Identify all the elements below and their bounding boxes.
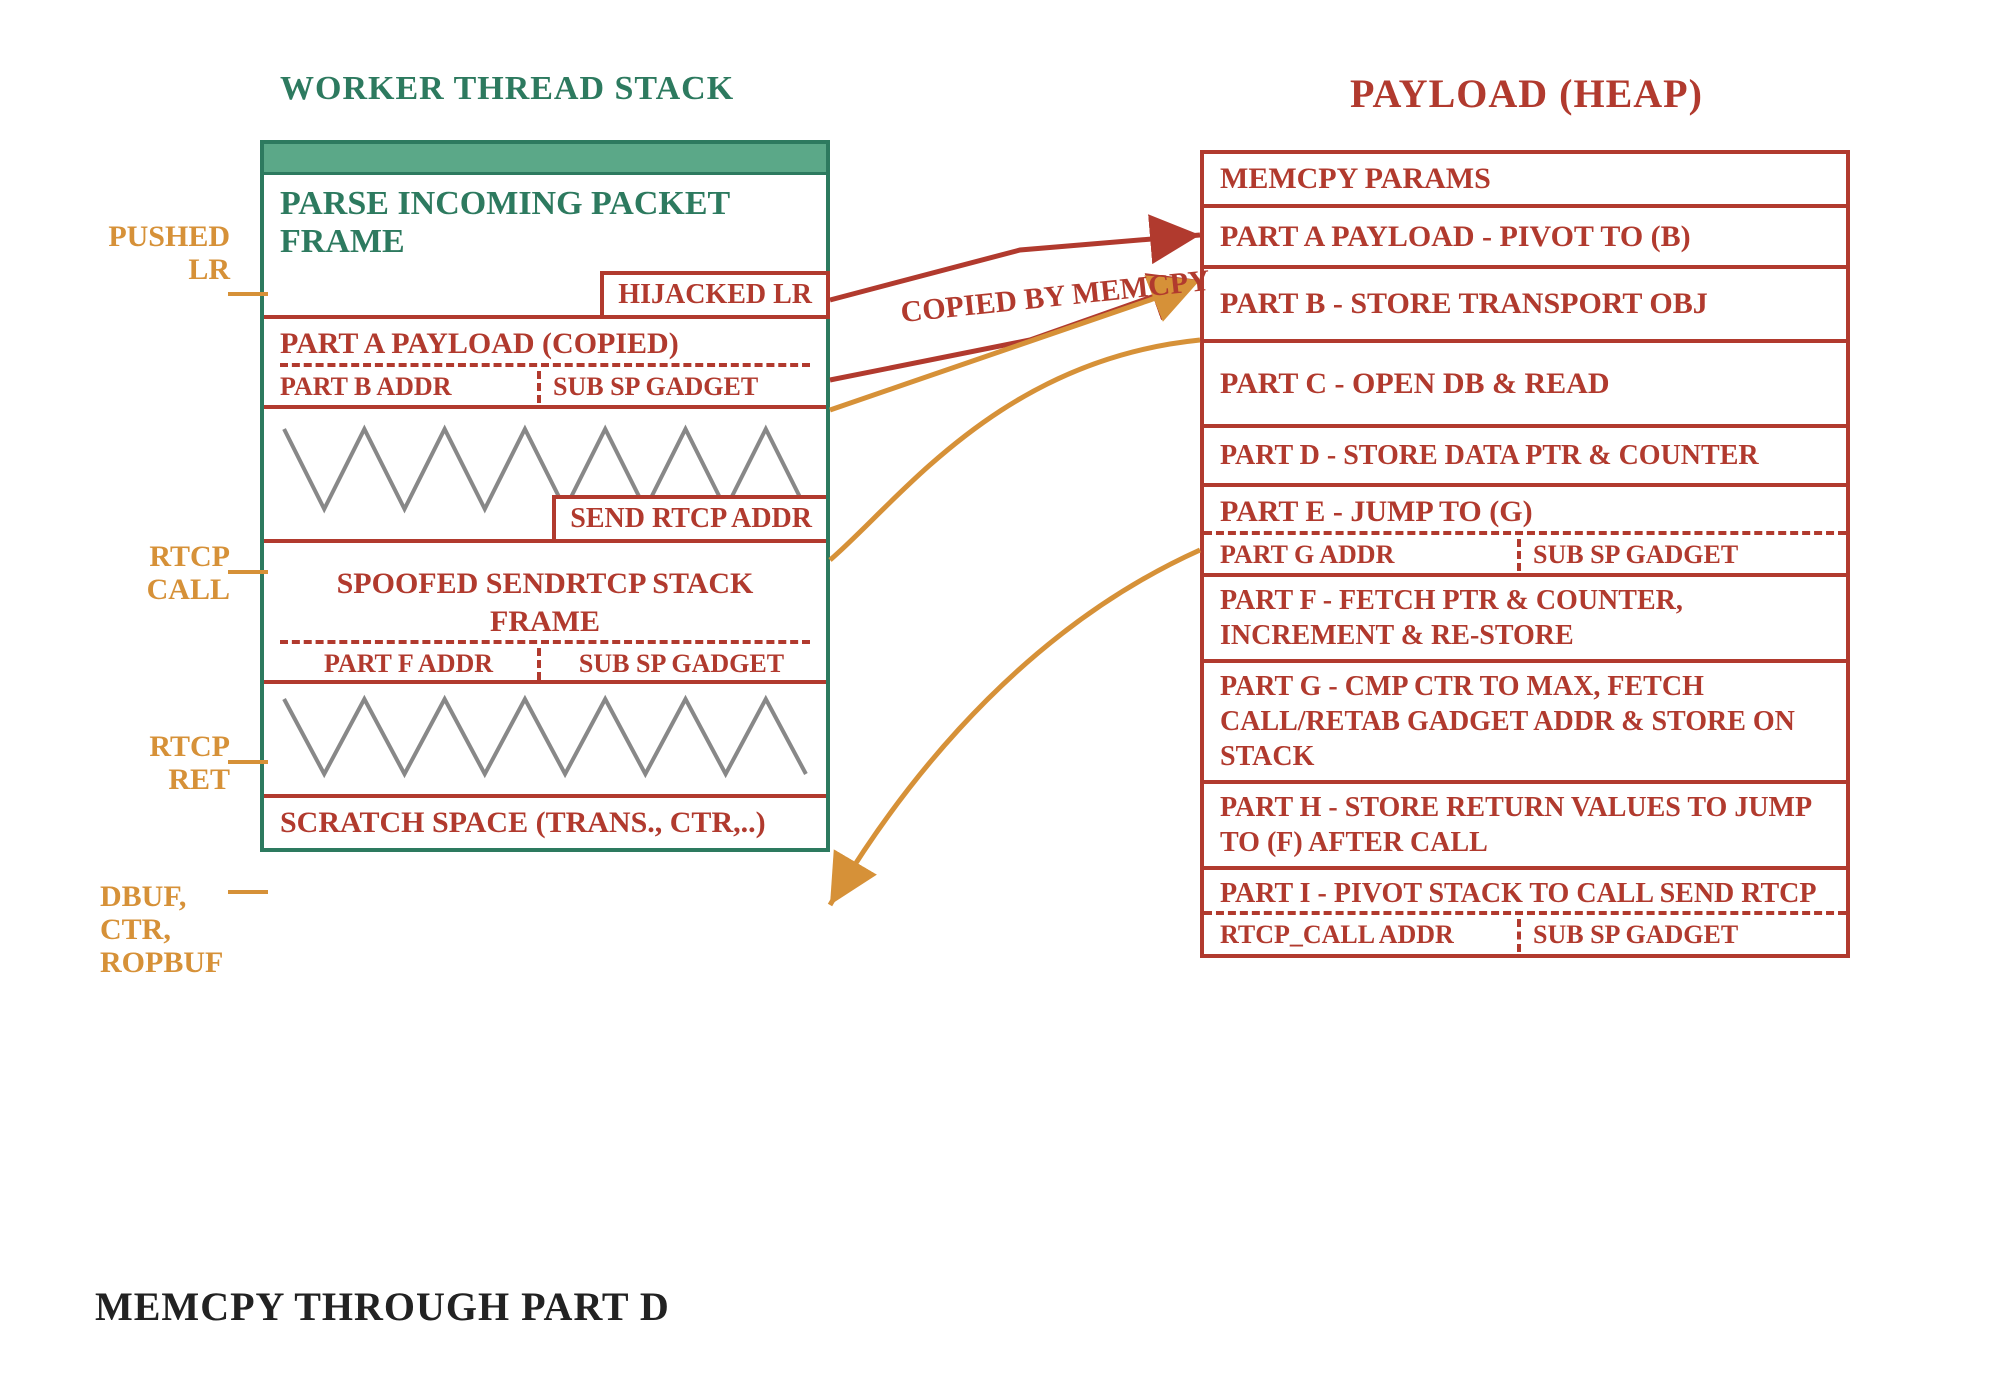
part-h-row: PART H - STORE RETURN VALUES TO JUMP TO … (1204, 784, 1846, 870)
sub-sp-gadget-2: SUB SP GADGET (537, 648, 810, 681)
part-a-row: PART A PAYLOAD - PIVOT TO (B) (1204, 208, 1846, 270)
stack-title: WORKER THREAD STACK (280, 70, 734, 108)
heap-title: PAYLOAD (HEAP) (1350, 70, 1703, 117)
part-i-row: PART I - PIVOT STACK TO CALL SEND RTCP R… (1204, 870, 1846, 954)
part-e-label: PART E - JUMP TO (G) (1220, 495, 1533, 528)
memcpy-params-row: MEMCPY PARAMS (1204, 154, 1846, 208)
scratch-row: SCRATCH SPACE (TRANS., CTR,..) (264, 798, 826, 848)
rtcp-call-addr: RTCP_CALL ADDR (1220, 919, 1517, 952)
parse-frame-row: PARSE INCOMING PACKET FRAME HIJACKED LR (264, 175, 826, 319)
tick-rtcp-ret (228, 760, 268, 764)
label-rtcp-ret: RTCP RET (120, 730, 230, 796)
part-g-addr: PART G ADDR (1220, 539, 1517, 572)
tick-dbuf (228, 890, 268, 894)
spoofed-frame-row: SPOOFED SENDRTCP STACK FRAME PART F ADDR… (264, 543, 826, 684)
zigzag-gap-1: SEND RTCP ADDR (264, 409, 826, 543)
send-rtcp-addr-box: SEND RTCP ADDR (552, 495, 826, 543)
stack-header-bar (264, 144, 826, 175)
sub-sp-gadget-1: SUB SP GADGET (537, 371, 810, 404)
tick-rtcp-call (228, 570, 268, 574)
spoofed-label: SPOOFED SENDRTCP STACK FRAME (337, 567, 754, 638)
copied-by-memcpy-label: COPIED BY MEMCPY (899, 264, 1211, 330)
part-e-row: PART E - JUMP TO (G) PART G ADDR SUB SP … (1204, 487, 1846, 577)
label-rtcp-call: RTCP CALL (120, 540, 230, 606)
worker-thread-stack: PARSE INCOMING PACKET FRAME HIJACKED LR … (260, 140, 830, 852)
zigzag-gap-2 (264, 684, 826, 798)
part-g-row: PART G - CMP CTR TO MAX, FETCH CALL/RETA… (1204, 663, 1846, 784)
part-a-label: PART A PAYLOAD (COPIED) (280, 327, 679, 360)
part-b-addr: PART B ADDR (280, 371, 537, 404)
part-i-label: PART I - PIVOT STACK TO CALL SEND RTCP (1220, 878, 1817, 909)
label-pushed-lr: PUSHED LR (90, 220, 230, 286)
parse-frame-label: PARSE INCOMING PACKET FRAME (280, 185, 730, 260)
tick-pushed-lr (228, 292, 268, 296)
sub-sp-gadget-4: SUB SP GADGET (1517, 919, 1830, 952)
payload-heap: MEMCPY PARAMS PART A PAYLOAD - PIVOT TO … (1200, 150, 1850, 958)
hijacked-lr-box: HIJACKED LR (600, 271, 830, 319)
part-b-row: PART B - STORE TRANSPORT OBJ (1204, 269, 1846, 343)
diagram-caption: MEMCPY THROUGH PART D (95, 1283, 670, 1330)
part-c-row: PART C - OPEN DB & READ (1204, 343, 1846, 429)
label-dbuf: DBUF, CTR, ROPBUF (100, 880, 230, 979)
part-a-copied-row: PART A PAYLOAD (COPIED) PART B ADDR SUB … (264, 319, 826, 409)
part-d-row: PART D - STORE DATA PTR & COUNTER (1204, 428, 1846, 487)
sub-sp-gadget-3: SUB SP GADGET (1517, 539, 1830, 572)
part-f-row: PART F - FETCH PTR & COUNTER, INCREMENT … (1204, 577, 1846, 663)
part-f-addr: PART F ADDR (280, 648, 537, 681)
